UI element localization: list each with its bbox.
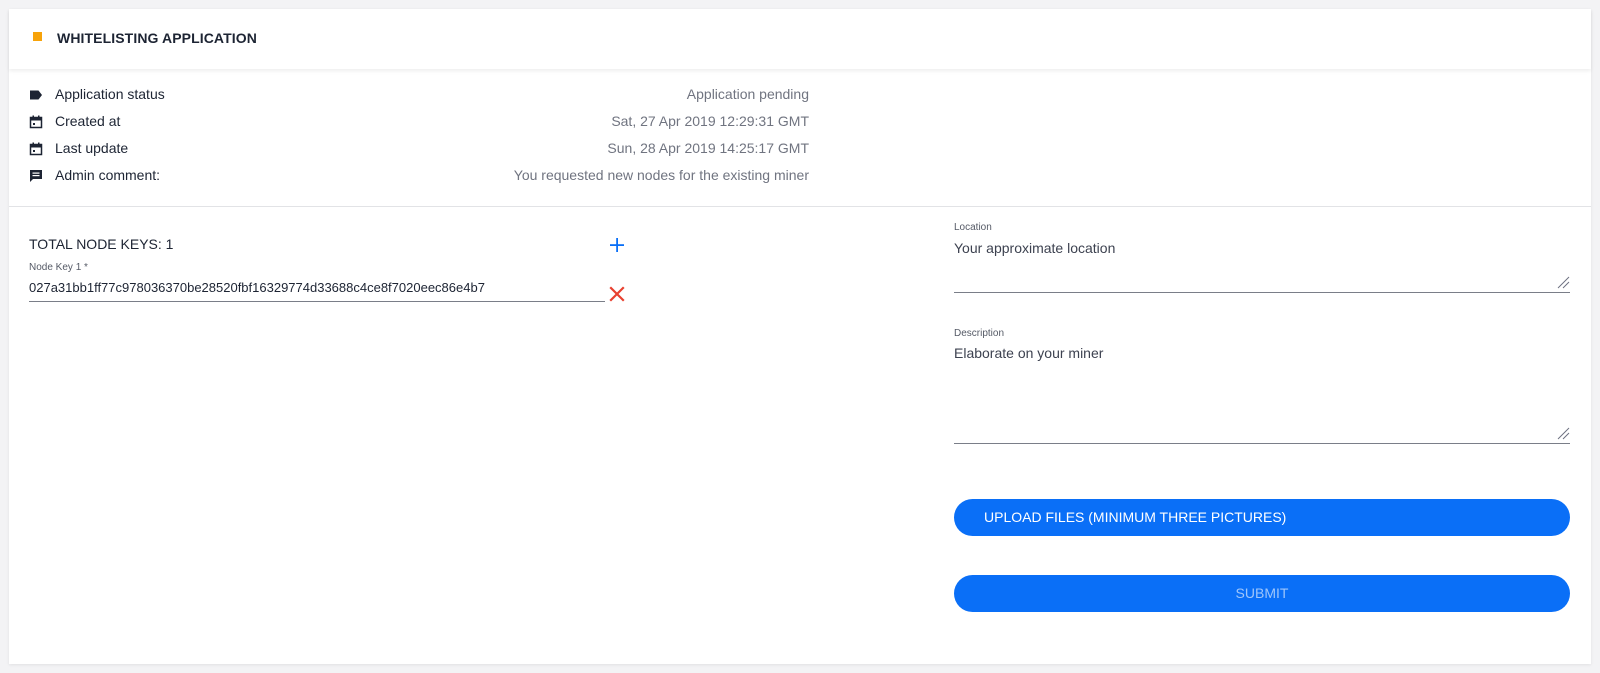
upload-files-button[interactable]: UPLOAD FILES (MINIMUM THREE PICTURES)	[954, 499, 1570, 536]
description-label: Description	[954, 328, 1005, 339]
calendar-icon	[29, 115, 43, 129]
comment-icon	[30, 170, 42, 182]
info-value-status: Application pending	[686, 86, 809, 102]
description-placeholder: Elaborate on your miner	[954, 345, 1104, 361]
info-label-created: Created at	[55, 113, 121, 129]
section-divider	[9, 206, 1591, 207]
page-title: WHITELISTING APPLICATION	[57, 30, 257, 46]
location-textarea[interactable]: Your approximate location	[954, 240, 1570, 293]
info-row-updated: Last update Sun, 28 Apr 2019 14:25:17 GM…	[29, 140, 809, 160]
info-label-status: Application status	[55, 86, 165, 102]
submit-button[interactable]: SUBMIT	[954, 575, 1570, 612]
location-placeholder: Your approximate location	[954, 240, 1116, 256]
calendar-icon	[29, 142, 43, 156]
node-key-input[interactable]: 027a31bb1ff77c978036370be28520fbf1632977…	[29, 280, 605, 302]
upload-files-label: UPLOAD FILES (MINIMUM THREE PICTURES)	[984, 509, 1287, 525]
resize-handle-icon[interactable]	[1556, 426, 1570, 440]
info-row-status: Application status Application pending	[29, 86, 809, 106]
info-value-comment: You requested new nodes for the existing…	[513, 167, 809, 183]
tag-icon	[30, 90, 42, 100]
node-key-label: Node Key 1 *	[29, 262, 88, 273]
plus-icon	[610, 238, 624, 252]
close-icon	[609, 286, 625, 302]
submit-label: SUBMIT	[1235, 585, 1289, 601]
resize-handle-icon[interactable]	[1556, 275, 1570, 289]
info-row-created: Created at Sat, 27 Apr 2019 12:29:31 GMT	[29, 113, 809, 133]
add-node-key-button[interactable]	[607, 235, 627, 255]
info-value-updated: Sun, 28 Apr 2019 14:25:17 GMT	[607, 140, 809, 156]
application-card: WHITELISTING APPLICATION Application sta…	[9, 9, 1591, 664]
info-value-created: Sat, 27 Apr 2019 12:29:31 GMT	[611, 113, 809, 129]
info-row-comment: Admin comment: You requested new nodes f…	[29, 167, 809, 187]
status-square-icon	[33, 32, 42, 41]
remove-node-key-button[interactable]	[606, 283, 628, 305]
description-textarea[interactable]: Elaborate on your miner	[954, 345, 1570, 444]
location-label: Location	[954, 222, 992, 233]
card-header: WHITELISTING APPLICATION	[9, 9, 1591, 69]
info-label-updated: Last update	[55, 140, 129, 156]
info-label-comment: Admin comment:	[55, 167, 161, 183]
total-node-keys: TOTAL NODE KEYS: 1	[29, 236, 174, 252]
